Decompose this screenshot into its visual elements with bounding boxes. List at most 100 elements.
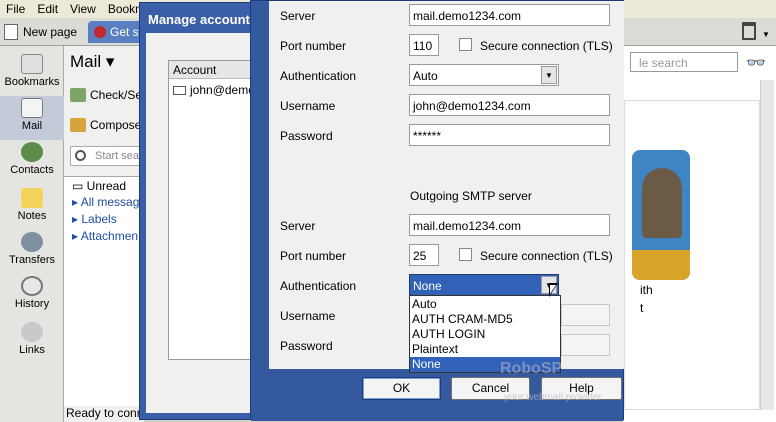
outgoing-server-label: Server <box>280 219 316 233</box>
check-send-button[interactable]: Check/Se <box>70 88 142 102</box>
menu-view[interactable]: View <box>64 2 102 16</box>
account-column-header[interactable]: Account <box>169 61 255 79</box>
account-row[interactable]: john@demo1 <box>173 83 262 97</box>
compose-button[interactable]: Compose <box>70 118 141 132</box>
compose-label: Compose <box>90 118 142 132</box>
incoming-port-input[interactable]: 110 <box>409 34 439 56</box>
incoming-username-label: Username <box>280 99 336 113</box>
panel-sidebar: Bookmarks Mail Contacts Notes Transfers … <box>0 46 64 422</box>
incoming-port-label: Port number <box>280 39 347 53</box>
outgoing-secure-label: Secure connection (TLS) <box>480 249 613 263</box>
right-text-line-1: ith <box>640 283 653 297</box>
watermark-logo: RoboSP <box>500 360 563 377</box>
transfers-icon <box>21 232 43 252</box>
history-icon <box>21 276 43 296</box>
sidebar-item-links[interactable]: Links <box>0 320 64 364</box>
sidebar-item-label: History <box>14 298 50 310</box>
mail-folder-tree: ▭ Unread ▸ All messag ▸ Labels ▸ Attachm… <box>64 176 144 406</box>
mouse-cursor-fill <box>550 285 556 294</box>
right-scrollbar[interactable] <box>760 80 774 410</box>
folder-attachments[interactable]: ▸ Attachmen <box>72 229 138 243</box>
manage-accounts-window: Manage accounts Account john@demo1 <box>139 2 262 420</box>
right-text-line-2: t <box>640 301 644 315</box>
incoming-password-input[interactable]: ****** <box>409 124 610 146</box>
status-text: Ready to conn <box>66 406 144 420</box>
folder-labels[interactable]: ▸ Labels <box>72 212 117 226</box>
bookmarks-icon <box>21 54 43 74</box>
envelope-icon <box>173 85 186 95</box>
sidebar-item-label: Mail <box>21 120 43 132</box>
sidebar-item-mail[interactable]: Mail <box>0 96 64 140</box>
folder-unread[interactable]: ▭ Unread <box>72 179 126 193</box>
mail-search-placeholder: Start sea <box>95 150 140 162</box>
folder-all-messages[interactable]: ▸ All messag <box>72 195 139 209</box>
watermark-tagline: your webmail provider <box>504 392 602 403</box>
outgoing-username-label: Username <box>280 309 336 323</box>
incoming-secure-label: Secure connection (TLS) <box>480 39 613 53</box>
incoming-auth-label: Authentication <box>280 69 357 83</box>
outgoing-auth-select[interactable]: None ▼ <box>409 274 559 296</box>
check-send-icon <box>70 88 86 102</box>
outgoing-server-input[interactable]: mail.demo1234.com <box>409 214 610 236</box>
incoming-password-label: Password <box>280 129 333 143</box>
right-search-input[interactable]: le search <box>630 52 738 72</box>
promo-image <box>632 150 690 280</box>
incoming-username-input[interactable]: john@demo1234.com <box>409 94 610 116</box>
outgoing-username-input[interactable] <box>561 304 610 326</box>
new-page-label: New page <box>23 25 78 39</box>
compose-icon <box>70 118 86 132</box>
notes-icon <box>21 188 43 208</box>
menu-edit[interactable]: Edit <box>31 2 64 16</box>
chevron-down-icon[interactable]: ▼ <box>762 30 770 39</box>
outgoing-auth-label: Authentication <box>280 279 357 293</box>
menu-file[interactable]: File <box>0 2 31 16</box>
glasses-icon[interactable]: 👓 <box>746 53 766 73</box>
sidebar-item-label: Notes <box>17 210 47 222</box>
sidebar-item-transfers[interactable]: Transfers <box>0 230 64 274</box>
mail-search-input[interactable]: Start sea <box>70 146 144 166</box>
opera-icon <box>94 26 106 38</box>
ok-button[interactable]: OK <box>362 377 441 400</box>
outgoing-auth-value: None <box>413 279 442 293</box>
check-send-label: Check/Se <box>90 88 143 102</box>
auth-option-cram-md5[interactable]: AUTH CRAM-MD5 <box>410 312 560 327</box>
auth-option-auto[interactable]: Auto <box>410 297 560 312</box>
auth-option-plaintext[interactable]: Plaintext <box>410 342 560 357</box>
sidebar-item-history[interactable]: History <box>0 274 64 318</box>
links-icon <box>21 322 43 342</box>
sidebar-item-label: Links <box>19 344 45 356</box>
account-list: Account john@demo1 <box>168 60 262 360</box>
manage-accounts-title: Manage accounts <box>148 12 258 27</box>
incoming-secure-checkbox[interactable] <box>459 38 472 51</box>
sofa-figure <box>632 250 690 280</box>
sidebar-item-bookmarks[interactable]: Bookmarks <box>0 52 64 96</box>
manage-accounts-body: Account john@demo1 <box>146 33 262 413</box>
search-icon <box>75 150 86 161</box>
sidebar-item-contacts[interactable]: Contacts <box>0 140 64 184</box>
sidebar-item-label: Transfers <box>8 254 56 266</box>
new-page-button[interactable]: New page <box>4 21 77 43</box>
outgoing-password-label: Password <box>280 339 333 353</box>
person-figure <box>642 168 682 238</box>
trash-icon[interactable] <box>742 22 756 40</box>
outgoing-secure-checkbox[interactable] <box>459 248 472 261</box>
incoming-server-input[interactable]: mail.demo1234.com <box>409 4 610 26</box>
incoming-server-label: Server <box>280 9 316 23</box>
outgoing-port-label: Port number <box>280 249 347 263</box>
auth-option-login[interactable]: AUTH LOGIN <box>410 327 560 342</box>
incoming-auth-value: Auto <box>413 69 438 83</box>
outgoing-password-input[interactable] <box>561 334 610 356</box>
new-page-icon <box>4 24 18 40</box>
outgoing-section-title: Outgoing SMTP server <box>410 189 532 203</box>
chevron-down-icon[interactable]: ▼ <box>541 66 557 84</box>
sidebar-item-label: Contacts <box>10 164 54 176</box>
mail-icon <box>21 98 43 118</box>
sidebar-item-label: Bookmarks <box>4 76 60 88</box>
mail-title[interactable]: Mail ▾ <box>70 52 114 72</box>
tab-label: Get st <box>110 25 143 39</box>
incoming-auth-select[interactable]: Auto ▼ <box>409 64 559 86</box>
outgoing-port-input[interactable]: 25 <box>409 244 439 266</box>
contacts-icon <box>21 142 43 162</box>
sidebar-item-notes[interactable]: Notes <box>0 186 64 230</box>
mail-panel: Mail ▾ Check/Se Compose Start sea ▭ Unre… <box>64 46 144 422</box>
